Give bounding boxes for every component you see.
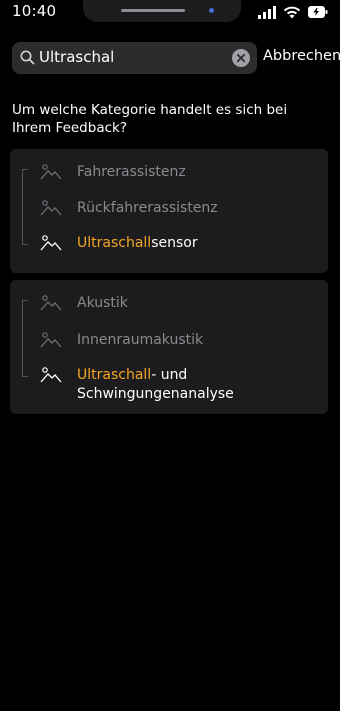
category-label: Ultraschallsensor [77, 234, 198, 253]
image-placeholder-icon [40, 235, 62, 251]
image-placeholder-icon [40, 164, 62, 180]
image-placeholder-icon [40, 332, 62, 348]
category-item[interactable]: Innenraumakustik [10, 331, 328, 353]
search-match: Ultraschall [77, 367, 152, 383]
category-label: Akustik [77, 295, 128, 311]
category-group: Akustik Innenraumakustik Ultraschall- un… [10, 280, 328, 414]
image-placeholder-icon [40, 200, 62, 216]
search-icon [20, 50, 35, 65]
status-icons [258, 4, 328, 20]
status-bar: 10:40 [0, 0, 340, 24]
category-label: Ultraschall- und Schwingungenanalyse [77, 366, 234, 404]
status-time: 10:40 [12, 2, 57, 20]
dynamic-island [83, 0, 241, 22]
label-rest-line2: Schwingungenanalyse [77, 386, 234, 402]
clear-icon[interactable] [232, 49, 250, 67]
signal-icon [258, 5, 276, 19]
tree-connector [22, 244, 28, 245]
category-label: Innenraumakustik [77, 332, 204, 348]
search-query: Ultraschal [39, 48, 115, 66]
category-question: Um welche Kategorie handelt es sich bei … [12, 102, 288, 136]
category-label: Fahrerassistenz [77, 164, 186, 180]
category-item[interactable]: Ultraschall- und Schwingungenanalyse [10, 366, 328, 406]
wifi-icon [283, 6, 301, 18]
camera-dot [209, 8, 214, 13]
tree-connector [22, 376, 28, 377]
label-rest: - und [151, 367, 188, 383]
cancel-button[interactable]: Abbrechen [263, 48, 340, 64]
category-item[interactable]: Rückfahrerassistenz [10, 199, 328, 221]
category-group: Fahrerassistenz Rückfahrerassistenz Ultr… [10, 149, 328, 273]
category-item[interactable]: Ultraschallsensor [10, 234, 328, 256]
battery-icon [308, 6, 328, 18]
notch-bar [121, 9, 185, 12]
category-item[interactable]: Akustik [10, 294, 328, 316]
search-input[interactable]: Ultraschal [12, 42, 257, 74]
image-placeholder-icon [40, 295, 62, 311]
search-match: Ultraschall [77, 235, 152, 251]
label-rest: sensor [151, 235, 198, 251]
category-label: Rückfahrerassistenz [77, 200, 218, 216]
category-item[interactable]: Fahrerassistenz [10, 163, 328, 185]
image-placeholder-icon [40, 367, 62, 383]
search-row: Ultraschal Abbrechen [12, 42, 340, 74]
